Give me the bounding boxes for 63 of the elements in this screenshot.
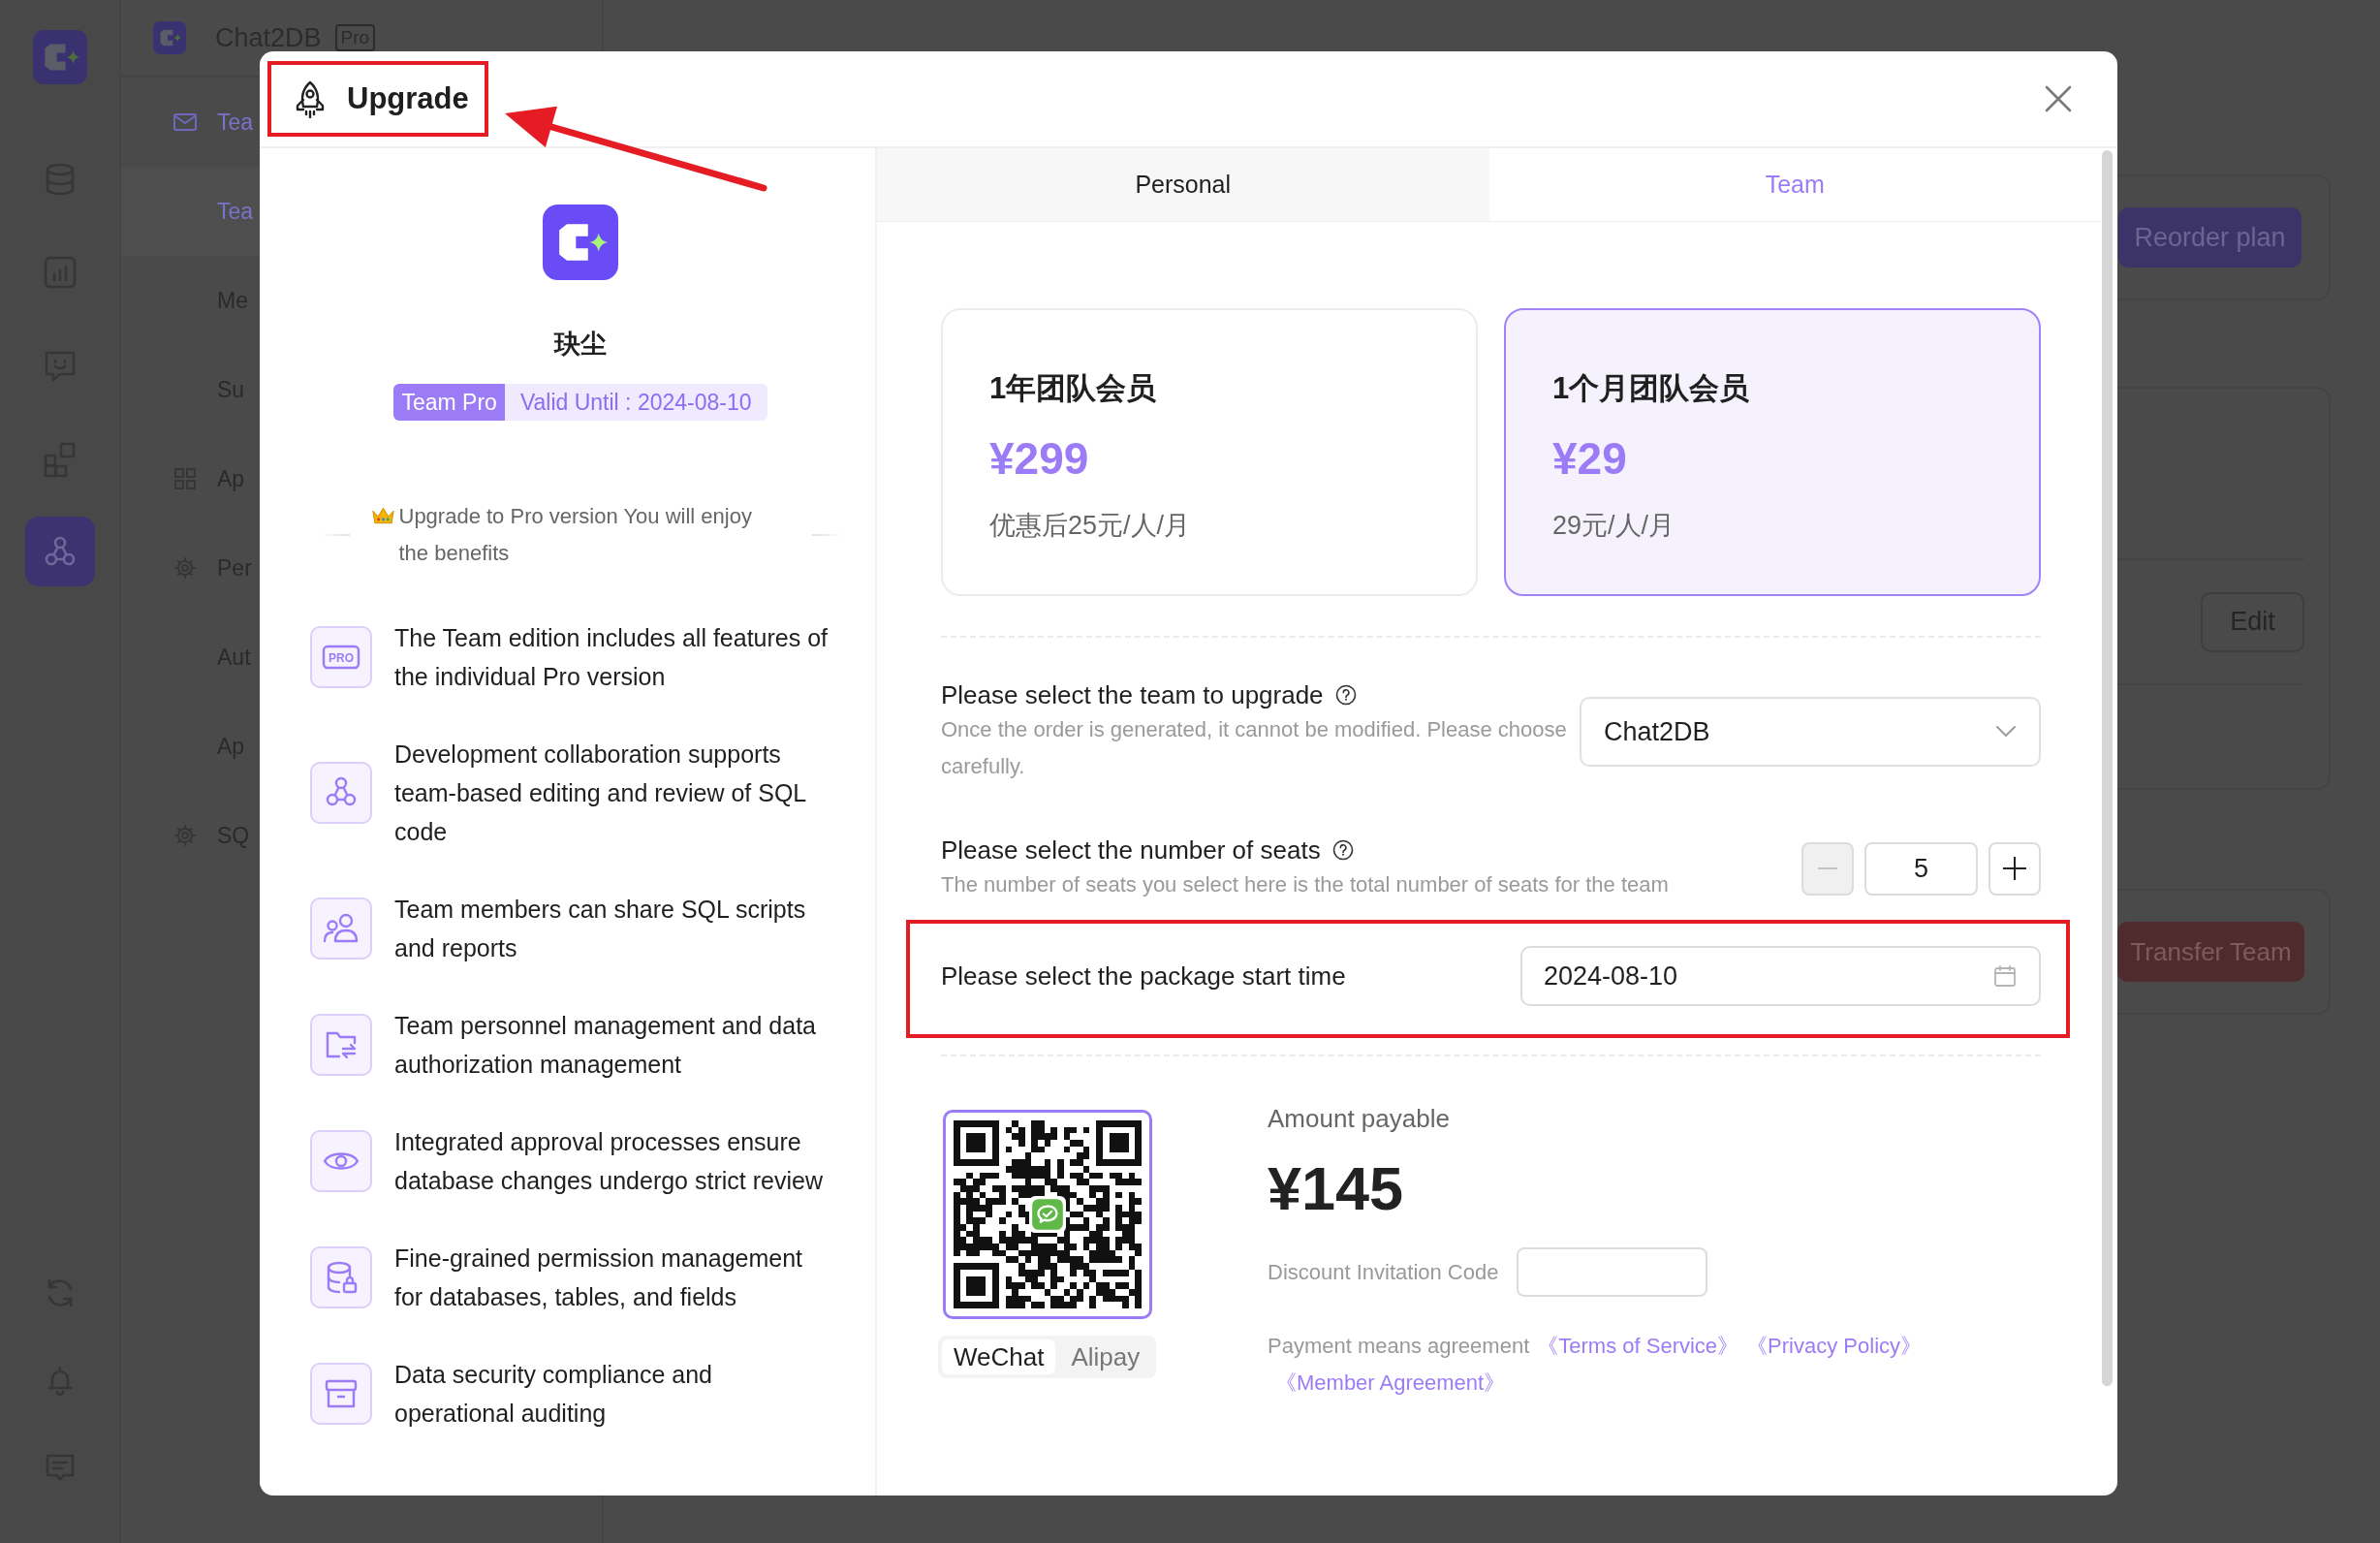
amount-value: ¥145 <box>1268 1157 1405 1219</box>
validity-tag: Valid Until : 2024-08-10 <box>504 384 767 421</box>
dialog-title: Upgrade <box>347 80 469 117</box>
field-label: Please select the team to upgrade <box>941 679 1324 711</box>
nav-button[interactable] <box>24 517 95 586</box>
payment-method-tab[interactable]: Alipay <box>1059 1339 1152 1374</box>
archive-icon <box>310 1363 372 1425</box>
agreement-text: Payment means agreement 《Terms of Service》 《Privacy Policy》 《Member Agreement》 <box>1268 1333 1923 1397</box>
field-help: The number of seats you select here is the total number of seats for the team <box>941 871 1669 898</box>
eye-icon <box>310 1130 372 1192</box>
start-date-field[interactable]: 2024-08-10 <box>1520 946 2041 1006</box>
calendar-icon <box>1992 963 2018 989</box>
submenu-item[interactable]: Tea <box>121 167 260 256</box>
benefits-intro: Upgrade to Pro version You will enjoy the benefits <box>398 503 753 567</box>
users-icon <box>310 897 372 960</box>
app-logo-icon <box>32 30 87 84</box>
field-label: Please select the number of seats <box>941 834 1321 866</box>
team-select[interactable]: Chat2DB <box>1580 697 2041 767</box>
plan-price: ¥29 <box>1552 432 1628 486</box>
plus-icon <box>2003 857 2026 880</box>
plan-name: 1个月团队会员 <box>1552 370 1751 407</box>
app-logo-icon <box>153 21 186 54</box>
database-lock-icon <box>310 1246 372 1308</box>
help-icon <box>1334 684 1357 706</box>
discount-label: Discount Invitation Code <box>1268 1259 1499 1285</box>
agreement-link[interactable]: 《Terms of Service》 <box>1537 1334 1739 1358</box>
benefit-text: The Team edition includes all features of the individual Pro version <box>394 623 830 692</box>
plan-price: ¥299 <box>989 432 1090 486</box>
folder-swap-icon <box>310 1014 372 1076</box>
payment-method-tab[interactable]: WeChat <box>942 1339 1056 1374</box>
plan-note: 优惠后25元/人/月 <box>989 510 1192 542</box>
scrollbar-thumb[interactable] <box>2102 150 2113 1386</box>
benefit-text: Team members can share SQL scripts and reports <box>394 895 807 963</box>
benefit-text: Fine-grained permission management for databases, tables, and fields <box>394 1244 804 1312</box>
tab[interactable]: Personal <box>877 148 1489 221</box>
field-label: Please select the package start time <box>941 960 1346 992</box>
plan-card[interactable]: 1个月团队会员 ¥29 29元/人/月 <box>1504 308 2041 596</box>
seat-count-field[interactable]: 5 <box>1864 841 1978 896</box>
plan-card[interactable]: 1年团队会员 ¥299 优惠后25元/人/月 <box>941 308 1478 596</box>
user-name: 玦尘 <box>554 329 607 361</box>
crown-icon <box>370 506 395 525</box>
chat-bubble-icon <box>1028 1196 1066 1233</box>
benefit-text: Data security compliance and operational auditing <box>394 1360 713 1429</box>
benefit-text: Team personnel management and data authorization management <box>394 1011 817 1080</box>
menu-item[interactable]: Tea <box>121 78 260 167</box>
agreement-link[interactable]: 《Member Agreement》 <box>1275 1370 1506 1395</box>
discount-code-field[interactable] <box>1517 1247 1708 1297</box>
field-help: Once the order is generated, it cannot be modified. Please choose carefully. <box>941 716 1568 780</box>
close-icon <box>2044 84 2073 113</box>
amount-label: Amount payable <box>1268 1103 1451 1135</box>
plan-name: 1年团队会员 <box>989 370 1158 407</box>
minus-icon <box>1818 867 1837 869</box>
benefit-text: Development collaboration supports team-based editing and review of SQL code <box>394 740 807 847</box>
app-logo-icon <box>543 205 618 280</box>
pro-icon: PRO <box>310 626 372 688</box>
increase-button[interactable] <box>1989 841 2041 896</box>
plan-tag: Team Pro <box>393 384 505 421</box>
chevron-down-icon <box>1996 726 2016 738</box>
help-icon <box>1331 839 1354 861</box>
team-icon <box>310 762 372 824</box>
agreement-link[interactable]: 《Privacy Policy》 <box>1746 1334 1922 1358</box>
benefit-text: Integrated approval processes ensure database changes undergo strict review <box>394 1127 824 1196</box>
plan-note: 29元/人/月 <box>1552 510 1676 542</box>
